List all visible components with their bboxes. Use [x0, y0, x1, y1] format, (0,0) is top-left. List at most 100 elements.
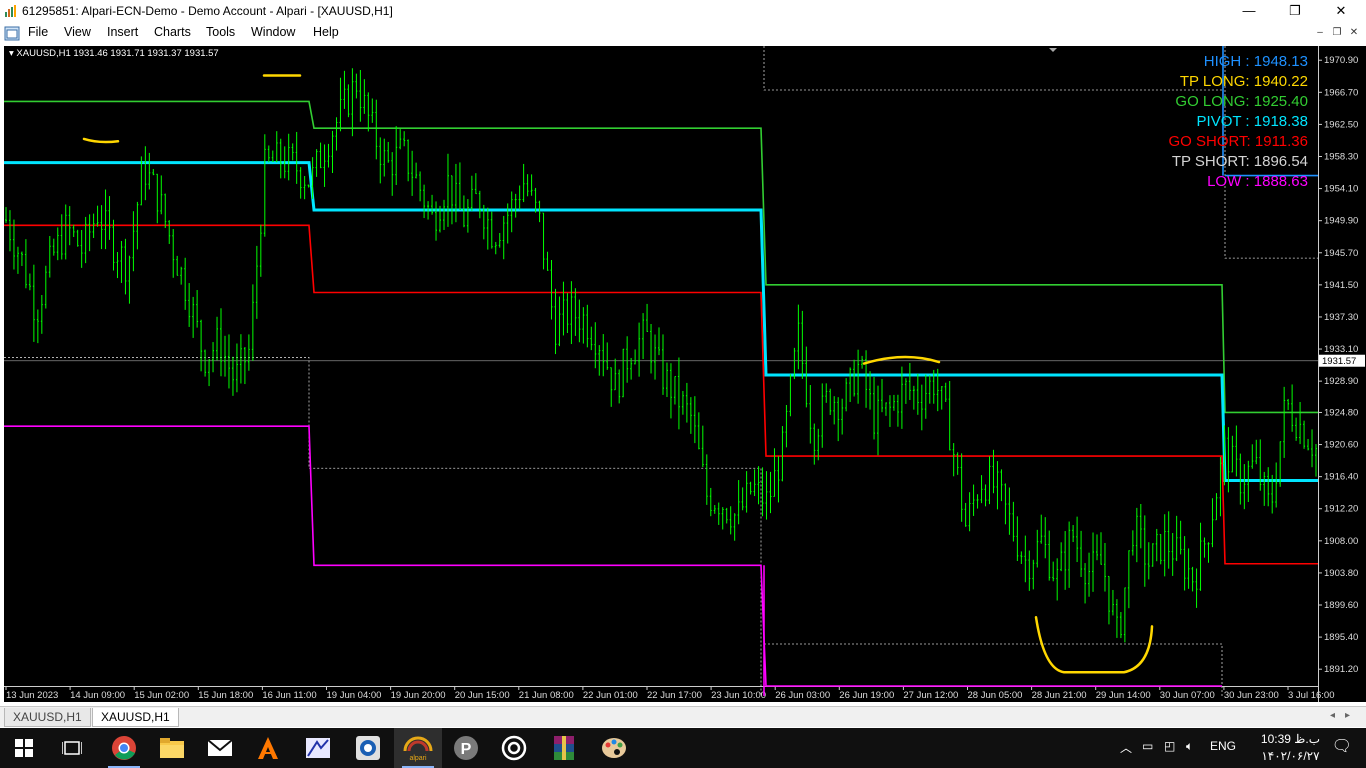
- info-go-short: GO SHORT: 1911.36: [1168, 133, 1308, 150]
- tab-scroll-arrows-icon[interactable]: ◂▸: [1330, 710, 1360, 721]
- metatrader-app-icon: [5, 5, 16, 17]
- menu-window[interactable]: Window: [251, 25, 295, 39]
- x-tick-label: 28 Jun 05:00: [968, 690, 1023, 701]
- title-bar: 61295851: Alpari-ECN-Demo - Demo Account…: [0, 0, 1366, 23]
- chart-symbol-header: ▾ XAUUSD,H1 1931.46 1931.71 1931.37 1931…: [9, 48, 219, 59]
- y-tick-label: 1937.30: [1324, 312, 1358, 323]
- y-tick-label: 1891.20: [1324, 664, 1358, 675]
- y-tick-label: 1928.90: [1324, 376, 1358, 387]
- x-tick-label: 22 Jun 01:00: [583, 690, 638, 701]
- child-close-button[interactable]: ✕: [1348, 27, 1360, 39]
- pivot-info-panel: HIGH : 1948.13 TP LONG: 1940.22 GO LONG:…: [1168, 52, 1308, 192]
- info-high: HIGH : 1948.13: [1203, 53, 1308, 70]
- x-tick-label: 13 Jun 2023: [6, 690, 58, 701]
- y-tick-label: 1899.60: [1324, 600, 1358, 611]
- menu-bar: File View Insert Charts Tools Window Hel…: [0, 23, 1366, 44]
- network-icon[interactable]: ◰: [1164, 739, 1175, 753]
- clock-time: 10:39 ب.ظ: [1260, 732, 1320, 746]
- y-tick-label: 1908.00: [1324, 536, 1358, 547]
- alpari-icon[interactable]: alpari: [394, 728, 442, 768]
- svg-text:alpari: alpari: [409, 755, 427, 762]
- x-tick-label: 23 Jun 10:00: [711, 690, 766, 701]
- x-tick-label: 15 Jun 18:00: [198, 690, 253, 701]
- menu-file[interactable]: File: [28, 25, 48, 39]
- system-tray: ︿ ▭ ◰ 🔈︎ ENG 10:39 ب.ظ ۱۴۰۲/۰۶/۲۷ 🗨︎: [1106, 728, 1366, 768]
- menu-view[interactable]: View: [64, 25, 91, 39]
- paint-icon[interactable]: [590, 728, 638, 768]
- y-tick-label: 1924.80: [1324, 407, 1358, 418]
- x-tick-label: 26 Jun 03:00: [775, 690, 830, 701]
- show-hidden-icons-icon[interactable]: ︿: [1120, 739, 1132, 756]
- menu-charts[interactable]: Charts: [154, 25, 191, 39]
- info-low: LOW : 1888.63: [1207, 173, 1308, 190]
- winrar-icon[interactable]: [540, 728, 588, 768]
- current-price-label: 1931.57: [1322, 356, 1356, 367]
- battery-icon[interactable]: ▭: [1142, 739, 1153, 753]
- tab-xauusd-h1-1[interactable]: XAUUSD,H1: [4, 708, 91, 727]
- windows-taskbar: alpari P ︿ ▭ ◰ 🔈︎ ENG 10:39 ب.ظ ۱۴۰۲/۰۶/…: [0, 728, 1366, 768]
- notification-icon[interactable]: 🗨︎: [1332, 736, 1352, 756]
- child-restore-button[interactable]: ❐: [1331, 27, 1343, 39]
- start-icon[interactable]: [0, 728, 48, 768]
- clock-date: ۱۴۰۲/۰۶/۲۷: [1261, 749, 1320, 763]
- x-tick-label: 28 Jun 21:00: [1032, 690, 1087, 701]
- y-tick-label: 1941.50: [1324, 280, 1358, 291]
- y-tick-label: 1966.70: [1324, 87, 1358, 98]
- y-tick-label: 1933.10: [1324, 344, 1358, 355]
- x-tick-label: 21 Jun 08:00: [519, 690, 574, 701]
- x-tick-label: 26 Jun 19:00: [839, 690, 894, 701]
- chrome-icon[interactable]: [100, 728, 148, 768]
- svg-text:P: P: [461, 741, 472, 758]
- language-indicator[interactable]: ENG: [1210, 739, 1236, 753]
- chart-area[interactable]: 1970.90 1966.70 1962.50 1958.30 1954.10 1949.…: [4, 46, 1366, 702]
- info-pivot: PIVOT : 1918.38: [1196, 113, 1308, 130]
- menu-help[interactable]: Help: [313, 25, 339, 39]
- info-go-long: GO LONG: 1925.40: [1175, 93, 1308, 110]
- x-tick-label: 30 Jun 07:00: [1160, 690, 1215, 701]
- maximize-button[interactable]: ❐: [1272, 0, 1318, 23]
- x-tick-label: 16 Jun 11:00: [262, 690, 316, 701]
- y-tick-label: 1970.90: [1324, 55, 1358, 66]
- app-icon-2[interactable]: [344, 728, 392, 768]
- y-tick-label: 1949.90: [1324, 216, 1358, 227]
- window-title: 61295851: Alpari-ECN-Demo - Demo Account…: [22, 4, 393, 18]
- x-tick-label: 22 Jun 17:00: [647, 690, 702, 701]
- x-tick-label: 30 Jun 23:00: [1224, 690, 1279, 701]
- file-explorer-icon[interactable]: [148, 728, 196, 768]
- clock[interactable]: 10:39 ب.ظ ۱۴۰۲/۰۶/۲۷: [1261, 731, 1320, 765]
- x-tick-label: 29 Jun 14:00: [1096, 690, 1151, 701]
- price-chart[interactable]: 1970.90 1966.70 1962.50 1958.30 1954.10 1949.…: [4, 46, 1366, 702]
- app-icon-3[interactable]: [490, 728, 538, 768]
- x-tick-label: 19 Jun 20:00: [391, 690, 446, 701]
- y-tick-label: 1962.50: [1324, 119, 1358, 130]
- x-tick-label: 14 Jun 09:00: [70, 690, 125, 701]
- tab-xauusd-h1-2[interactable]: XAUUSD,H1: [92, 708, 179, 727]
- chart-tabs-bar: XAUUSD,H1 XAUUSD,H1 ◂▸: [0, 706, 1366, 727]
- chart-window-icon[interactable]: [4, 26, 20, 41]
- minimize-button[interactable]: —: [1226, 0, 1272, 23]
- y-tick-label: 1916.40: [1324, 472, 1358, 483]
- x-tick-label: 27 Jun 12:00: [903, 690, 958, 701]
- y-tick-label: 1895.40: [1324, 632, 1358, 643]
- info-tp-short: TP SHORT: 1896.54: [1171, 153, 1308, 170]
- mail-icon[interactable]: [196, 728, 244, 768]
- menu-tools[interactable]: Tools: [206, 25, 235, 39]
- x-tick-label: 3 Jul 16:00: [1288, 690, 1334, 701]
- menu-insert[interactable]: Insert: [107, 25, 138, 39]
- x-tick-label: 15 Jun 02:00: [134, 690, 189, 701]
- y-tick-label: 1954.10: [1324, 184, 1358, 195]
- psiphon-icon[interactable]: P: [442, 728, 490, 768]
- close-button[interactable]: ✕: [1318, 0, 1364, 23]
- y-tick-label: 1958.30: [1324, 151, 1358, 162]
- avast-icon[interactable]: [244, 728, 292, 768]
- child-minimize-button[interactable]: ‒: [1314, 27, 1326, 39]
- x-tick-label: 19 Jun 04:00: [327, 690, 382, 701]
- x-tick-label: 20 Jun 15:00: [455, 690, 510, 701]
- volume-icon[interactable]: 🔈︎: [1186, 739, 1193, 754]
- chart-ohlc-label: XAUUSD,H1 1931.46 1931.71 1931.37 1931.5…: [16, 48, 219, 59]
- y-tick-label: 1945.70: [1324, 248, 1358, 259]
- task-view-icon[interactable]: [48, 728, 96, 768]
- app-icon[interactable]: [294, 728, 342, 768]
- y-tick-label: 1903.80: [1324, 568, 1358, 579]
- info-tp-long: TP LONG: 1940.22: [1179, 73, 1308, 90]
